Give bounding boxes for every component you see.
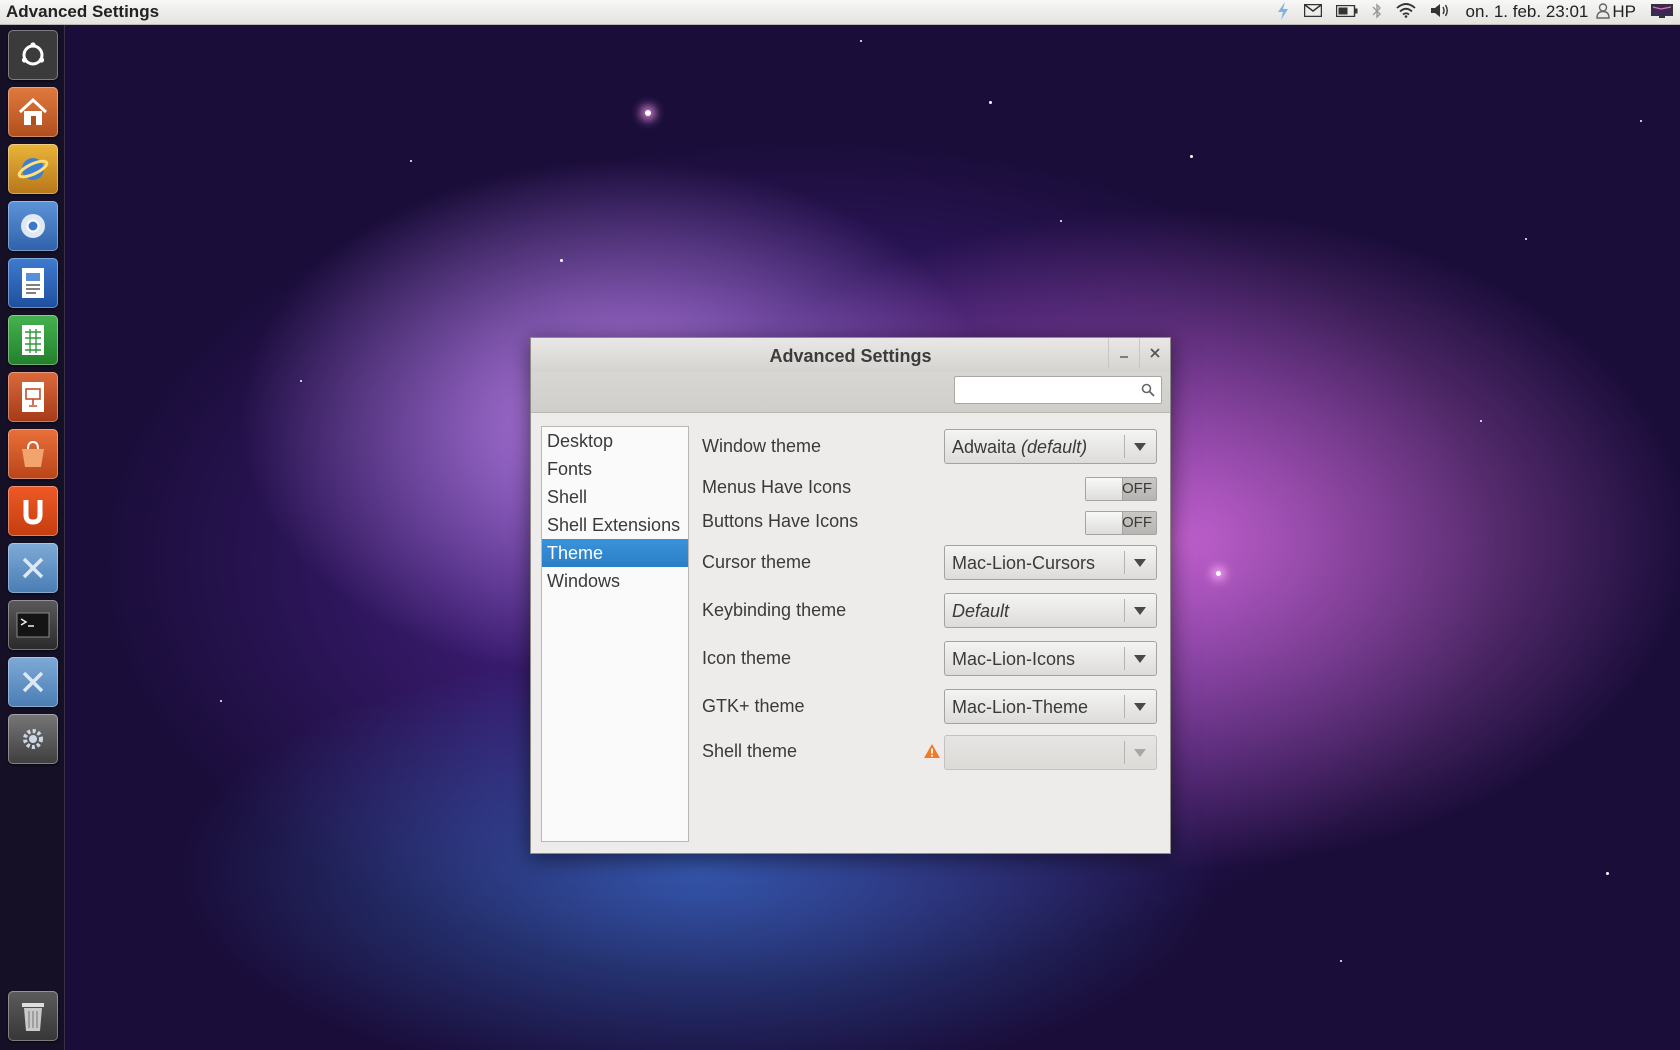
chevron-down-icon (1134, 443, 1146, 451)
sidebar-item-theme[interactable]: Theme (542, 539, 688, 567)
session-icon[interactable] (1651, 3, 1673, 21)
star (300, 380, 302, 382)
toolbar (531, 372, 1170, 413)
tools-folder-icon[interactable] (8, 543, 58, 593)
lightning-icon[interactable] (1276, 1, 1290, 23)
dropdown-separator (1124, 695, 1125, 718)
keybinding-theme-dropdown[interactable]: Default (944, 593, 1157, 628)
clock[interactable]: on. 1. feb. 23:01 (1465, 2, 1588, 22)
warning-icon (923, 743, 941, 759)
star (1190, 155, 1193, 158)
indicator-area: on. 1. feb. 23:01 HP (1269, 0, 1680, 24)
cursor-theme-value: Mac-Lion-Cursors (952, 553, 1096, 573)
dropdown-separator (1124, 551, 1125, 574)
wifi-icon[interactable] (1396, 3, 1417, 21)
chromium-icon[interactable] (8, 201, 58, 251)
user-name[interactable]: HP (1612, 2, 1636, 22)
chevron-down-icon (1134, 607, 1146, 615)
minimize-button[interactable] (1108, 338, 1139, 368)
shell-theme-dropdown[interactable] (944, 735, 1157, 770)
close-button[interactable] (1139, 338, 1170, 368)
sidebar-item-windows[interactable]: Windows (542, 567, 688, 595)
star (989, 101, 992, 104)
keybinding-theme-value: Default (952, 601, 1010, 621)
star (1060, 220, 1062, 222)
volume-icon[interactable] (1430, 3, 1450, 21)
dropdown-separator (1124, 741, 1125, 764)
switch-state: OFF (1122, 514, 1152, 531)
chevron-down-icon (1134, 559, 1146, 567)
window-theme-value: Adwaita (default) (952, 437, 1087, 458)
ubuntu-logo-icon[interactable] (8, 30, 58, 80)
launcher (0, 25, 65, 1050)
switch-state: OFF (1122, 480, 1152, 497)
dropdown-separator (1124, 647, 1125, 670)
star (645, 110, 651, 116)
system-settings-icon[interactable] (8, 714, 58, 764)
battery-icon[interactable] (1336, 4, 1358, 20)
shell-theme-label: Shell theme (702, 741, 798, 761)
window-theme-default-note: (default) (1021, 437, 1088, 457)
chevron-down-icon (1134, 749, 1146, 757)
tools-folder-icon[interactable] (8, 657, 58, 707)
advanced-settings-window: Advanced Settings Desktop Fonts Shell Sh… (530, 337, 1171, 854)
star (1340, 960, 1342, 962)
buttons-have-icons-switch[interactable]: OFF (1085, 511, 1157, 535)
sidebar-item-fonts[interactable]: Fonts (542, 455, 688, 483)
window-theme-dropdown[interactable]: Adwaita (default) (944, 429, 1157, 464)
star (560, 259, 563, 262)
star (1480, 420, 1482, 422)
search-input[interactable] (954, 376, 1162, 404)
writer-icon[interactable] (8, 258, 58, 308)
star (1525, 238, 1527, 240)
keybinding-theme-label: Keybinding theme (702, 600, 847, 620)
user-icon (1596, 2, 1611, 22)
sidebar-item-shell[interactable]: Shell (542, 483, 688, 511)
chevron-down-icon (1134, 655, 1146, 663)
sidebar-item-desktop[interactable]: Desktop (542, 427, 688, 455)
star (1216, 571, 1221, 576)
icon-theme-label: Icon theme (702, 648, 792, 668)
sidebar-item-shell-extensions[interactable]: Shell Extensions (542, 511, 688, 539)
window-theme-label: Window theme (702, 436, 822, 456)
icon-theme-value: Mac-Lion-Icons (952, 649, 1076, 669)
menus-have-icons-switch[interactable]: OFF (1085, 477, 1157, 501)
cursor-theme-dropdown[interactable]: Mac-Lion-Cursors (944, 545, 1157, 580)
mail-icon[interactable] (1304, 3, 1323, 20)
switch-knob (1086, 478, 1123, 500)
terminal-icon[interactable] (8, 600, 58, 650)
menus-have-icons-label: Menus Have Icons (702, 477, 852, 497)
dropdown-separator (1124, 599, 1125, 622)
title-bar[interactable]: Advanced Settings (531, 338, 1170, 372)
switch-knob (1086, 512, 1123, 534)
trash-icon[interactable] (8, 991, 58, 1041)
star (1606, 872, 1609, 875)
gtk-theme-value: Mac-Lion-Theme (952, 697, 1089, 717)
top-panel: Advanced Settings on. 1. feb. 23:01 HP (0, 0, 1680, 25)
ubuntu-one-icon[interactable] (8, 486, 58, 536)
gtk-theme-label: GTK+ theme (702, 696, 805, 716)
window-title: Advanced Settings (769, 346, 932, 366)
dropdown-separator (1124, 435, 1125, 458)
search-icon[interactable] (1141, 383, 1155, 397)
home-folder-icon[interactable] (8, 87, 58, 137)
category-list: Desktop Fonts Shell Shell Extensions The… (541, 426, 689, 842)
impress-icon[interactable] (8, 372, 58, 422)
star (410, 160, 412, 162)
star (220, 700, 222, 702)
cursor-theme-label: Cursor theme (702, 552, 812, 572)
gtk-theme-dropdown[interactable]: Mac-Lion-Theme (944, 689, 1157, 724)
bluetooth-icon[interactable] (1372, 2, 1382, 22)
chevron-down-icon (1134, 703, 1146, 711)
software-center-icon[interactable] (8, 429, 58, 479)
web-browser-icon[interactable] (8, 144, 58, 194)
window-theme-name: Adwaita (952, 437, 1022, 457)
star (860, 40, 862, 42)
app-title: Advanced Settings (6, 2, 160, 21)
icon-theme-dropdown[interactable]: Mac-Lion-Icons (944, 641, 1157, 676)
calc-icon[interactable] (8, 315, 58, 365)
star (1640, 120, 1642, 122)
buttons-have-icons-label: Buttons Have Icons (702, 511, 859, 531)
